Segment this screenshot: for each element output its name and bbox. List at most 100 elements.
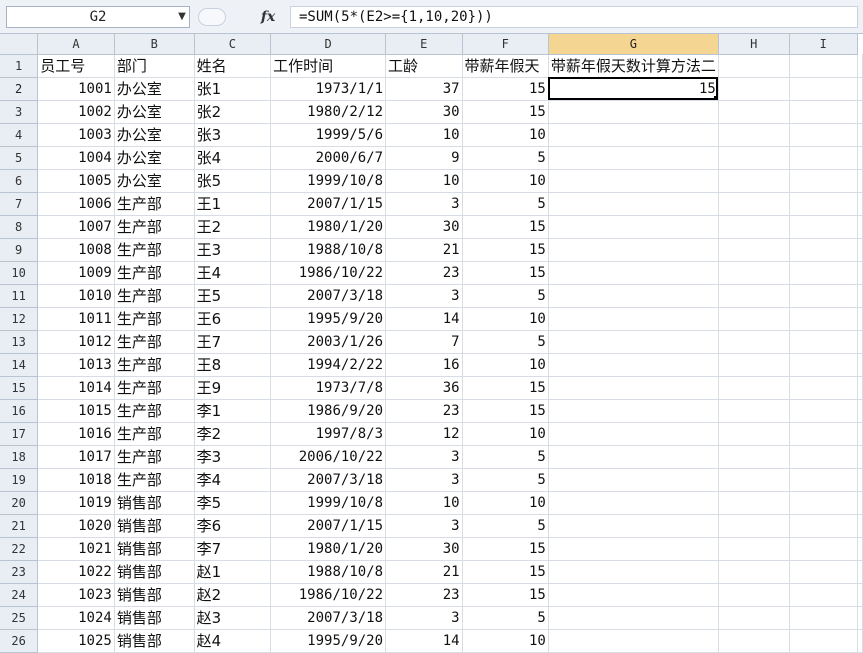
cell[interactable]: [857, 468, 863, 492]
cell[interactable]: [789, 491, 859, 515]
cell[interactable]: [789, 261, 859, 285]
cell-department[interactable]: 生产部: [114, 261, 195, 285]
cell-leave-days[interactable]: 10: [462, 422, 549, 446]
cell-start-date[interactable]: 2007/3/18: [270, 284, 387, 308]
row-header[interactable]: 5: [0, 146, 39, 170]
cell[interactable]: [789, 560, 859, 584]
cell[interactable]: [857, 491, 863, 515]
cell[interactable]: [789, 468, 859, 492]
cell-years[interactable]: 14: [385, 629, 463, 653]
cell-start-date[interactable]: 1994/2/22: [270, 353, 387, 377]
row-header[interactable]: 1: [0, 54, 39, 78]
cell-name[interactable]: 李6: [194, 514, 272, 538]
cell-employee-id[interactable]: 1015: [37, 399, 115, 423]
cell-start-date[interactable]: 2006/10/22: [270, 445, 387, 469]
cell-leave-days[interactable]: 5: [462, 468, 549, 492]
cell-name[interactable]: 张4: [194, 146, 272, 170]
cell[interactable]: [548, 284, 719, 308]
cell[interactable]: [789, 537, 859, 561]
cell-start-date[interactable]: 1999/10/8: [270, 491, 387, 515]
cell-department[interactable]: 销售部: [114, 491, 195, 515]
cell[interactable]: [857, 445, 863, 469]
cell[interactable]: [718, 583, 790, 607]
cell[interactable]: [548, 261, 719, 285]
cell-leave-days[interactable]: 15: [462, 238, 549, 262]
cell[interactable]: [718, 468, 790, 492]
cell[interactable]: [857, 169, 863, 193]
cell-leave-days[interactable]: 15: [462, 100, 549, 124]
cell-department[interactable]: 生产部: [114, 215, 195, 239]
cell-leave-days[interactable]: 5: [462, 330, 549, 354]
row-header[interactable]: 10: [0, 261, 39, 285]
cell-department[interactable]: 生产部: [114, 284, 195, 308]
cell-employee-id[interactable]: 1018: [37, 468, 115, 492]
cell-leave-days[interactable]: 5: [462, 192, 549, 216]
cell[interactable]: [548, 376, 719, 400]
cell-department[interactable]: 办公室: [114, 77, 195, 101]
header-cell[interactable]: 带薪年假天: [462, 54, 549, 78]
cell[interactable]: [548, 353, 719, 377]
cell-leave-days[interactable]: 5: [462, 146, 549, 170]
cell[interactable]: [718, 537, 790, 561]
row-header[interactable]: 20: [0, 491, 39, 515]
cell-start-date[interactable]: 1986/10/22: [270, 583, 387, 607]
cell-leave-days[interactable]: 15: [462, 215, 549, 239]
column-header-e[interactable]: E: [385, 34, 463, 55]
cell-employee-id[interactable]: 1001: [37, 77, 115, 101]
row-header[interactable]: 6: [0, 169, 39, 193]
cell[interactable]: [718, 146, 790, 170]
cell-department[interactable]: 生产部: [114, 238, 195, 262]
name-box[interactable]: G2: [6, 6, 190, 28]
cell-start-date[interactable]: 1980/1/20: [270, 215, 387, 239]
formula-input[interactable]: =SUM(5*(E2>={1,10,20})): [290, 6, 858, 28]
cell-department[interactable]: 销售部: [114, 537, 195, 561]
cell-department[interactable]: 办公室: [114, 123, 195, 147]
cell[interactable]: [718, 284, 790, 308]
cell-start-date[interactable]: 1999/5/6: [270, 123, 387, 147]
cell[interactable]: [789, 192, 859, 216]
cell-employee-id[interactable]: 1006: [37, 192, 115, 216]
row-header[interactable]: 19: [0, 468, 39, 492]
cell-department[interactable]: 生产部: [114, 422, 195, 446]
cell[interactable]: [857, 422, 863, 446]
column-header-d[interactable]: D: [270, 34, 387, 55]
cell-years[interactable]: 21: [385, 560, 463, 584]
column-header-b[interactable]: B: [114, 34, 195, 55]
cell[interactable]: [857, 583, 863, 607]
cell-years[interactable]: 23: [385, 261, 463, 285]
cell-employee-id[interactable]: 1008: [37, 238, 115, 262]
cell-name[interactable]: 赵1: [194, 560, 272, 584]
cell-name[interactable]: 李3: [194, 445, 272, 469]
cell[interactable]: [718, 330, 790, 354]
cell[interactable]: [857, 353, 863, 377]
row-header[interactable]: 22: [0, 537, 39, 561]
cell-years[interactable]: 12: [385, 422, 463, 446]
row-header[interactable]: 17: [0, 422, 39, 446]
cell[interactable]: [789, 583, 859, 607]
cell-years[interactable]: 14: [385, 307, 463, 331]
cell-start-date[interactable]: 2000/6/7: [270, 146, 387, 170]
cell-name[interactable]: 王1: [194, 192, 272, 216]
row-header[interactable]: 3: [0, 100, 39, 124]
cell-employee-id[interactable]: 1010: [37, 284, 115, 308]
row-header[interactable]: 11: [0, 284, 39, 308]
cell-name[interactable]: 王2: [194, 215, 272, 239]
cell-department[interactable]: 销售部: [114, 560, 195, 584]
cell-years[interactable]: 30: [385, 537, 463, 561]
cell-name[interactable]: 王5: [194, 284, 272, 308]
cell-employee-id[interactable]: 1013: [37, 353, 115, 377]
cell[interactable]: [718, 192, 790, 216]
cell[interactable]: [548, 491, 719, 515]
cell-start-date[interactable]: 2007/3/18: [270, 468, 387, 492]
cell-name[interactable]: 王4: [194, 261, 272, 285]
cell[interactable]: [789, 330, 859, 354]
cell-employee-id[interactable]: 1017: [37, 445, 115, 469]
cell[interactable]: [857, 215, 863, 239]
cell-years[interactable]: 3: [385, 606, 463, 630]
cell[interactable]: [718, 77, 790, 101]
cell-years[interactable]: 3: [385, 445, 463, 469]
cell-leave-days[interactable]: 5: [462, 606, 549, 630]
header-cell[interactable]: 带薪年假天数计算方法二: [548, 54, 719, 78]
cell-leave-days[interactable]: 15: [462, 537, 549, 561]
cell[interactable]: [718, 399, 790, 423]
